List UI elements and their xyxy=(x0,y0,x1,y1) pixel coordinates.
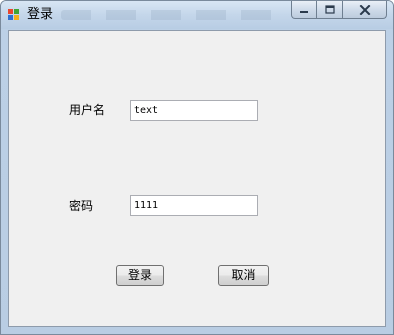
login-button[interactable]: 登录 xyxy=(116,265,164,286)
title-bar[interactable]: 登录 xyxy=(1,1,393,29)
username-input[interactable]: text xyxy=(130,100,258,121)
cancel-button[interactable]: 取消 xyxy=(218,265,269,286)
window-title: 登录 xyxy=(27,7,54,22)
window-controls xyxy=(291,1,387,20)
minimize-icon xyxy=(300,10,308,13)
maximize-icon xyxy=(324,5,335,14)
login-window: 登录 用户名 text 密码 1111 登录 取消 xyxy=(0,0,394,335)
password-input[interactable]: 1111 xyxy=(130,195,258,216)
background-blur xyxy=(61,10,281,20)
minimize-button[interactable] xyxy=(291,1,317,19)
close-icon xyxy=(359,4,370,15)
password-label: 密码 xyxy=(69,199,94,213)
windows-form-icon xyxy=(8,9,20,21)
form-client-area: 用户名 text 密码 1111 登录 取消 xyxy=(8,30,386,327)
username-label: 用户名 xyxy=(69,103,106,117)
maximize-button[interactable] xyxy=(317,1,343,19)
close-button[interactable] xyxy=(343,1,387,19)
